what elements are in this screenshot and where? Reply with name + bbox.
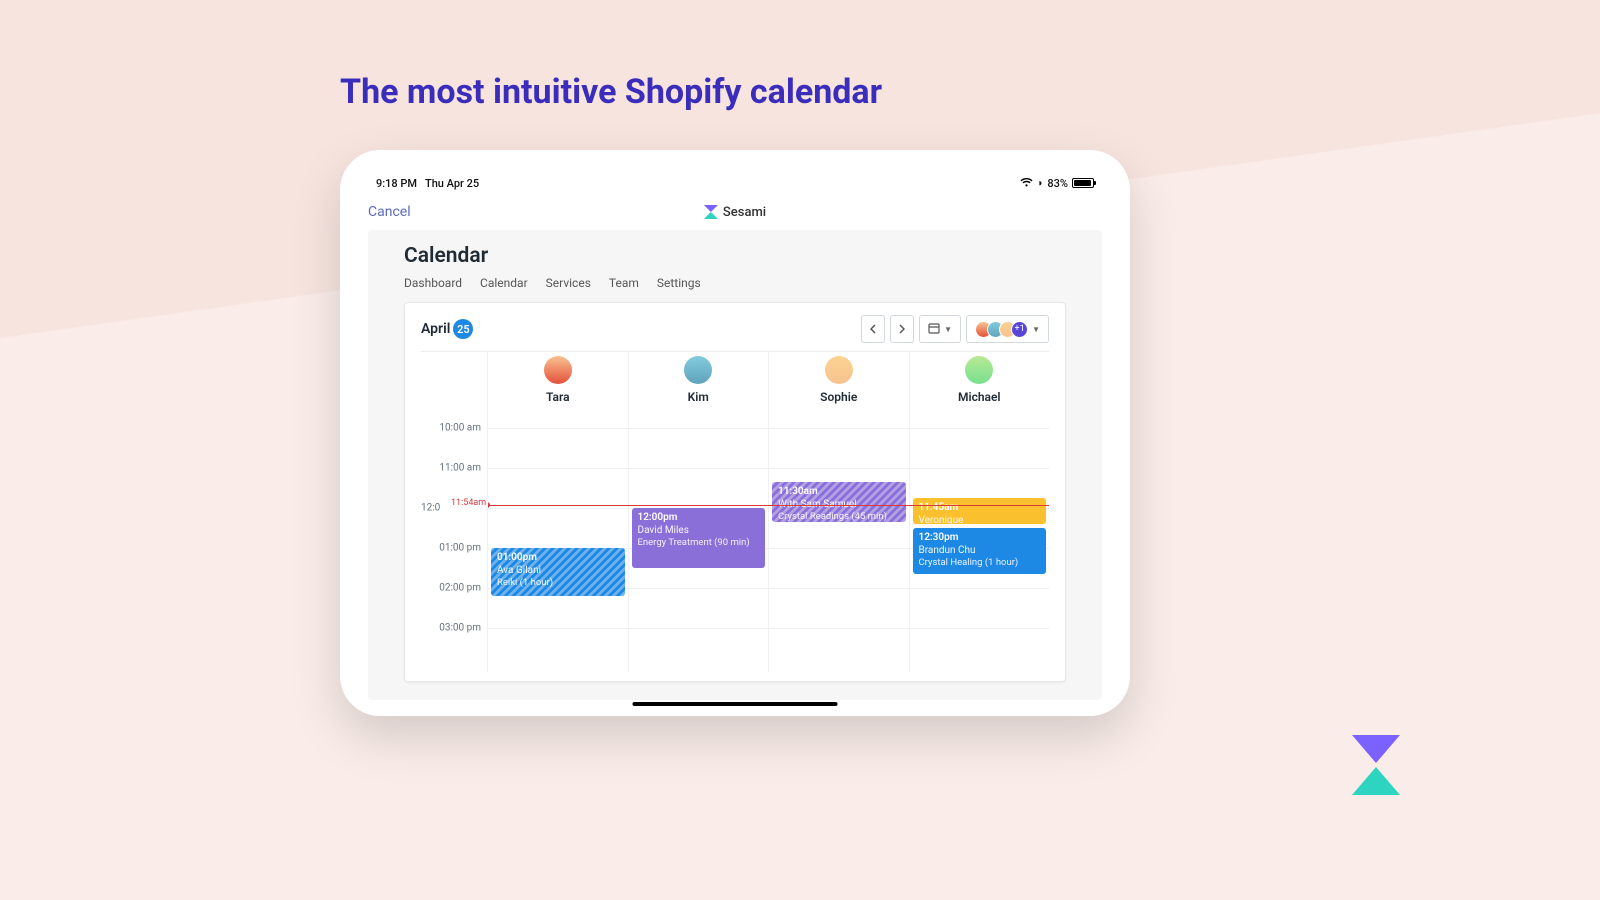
column-kim: Kim 12:00pm David Miles Energy Treatment… xyxy=(628,352,769,672)
time-label: 02:00 pm xyxy=(439,583,481,594)
column-tara: Tara 01:00pm Ava Gilani Reiki (1 hour) xyxy=(487,352,628,672)
column-michael: Michael 11:45am Veronique 12:30pm Brandu… xyxy=(909,352,1050,672)
date-label: April 25 xyxy=(421,319,473,339)
time-label-partial: 12:0 xyxy=(421,503,440,514)
tab-dashboard[interactable]: Dashboard xyxy=(404,276,462,290)
battery-icon xyxy=(1072,178,1094,188)
avatar-overflow: +1 xyxy=(1011,321,1028,338)
page-body: Calendar Dashboard Calendar Services Tea… xyxy=(368,230,1102,700)
event-time: 12:00pm xyxy=(638,512,760,525)
event-name: David Miles xyxy=(638,525,760,538)
nav-tabs: Dashboard Calendar Services Team Setting… xyxy=(404,276,1066,290)
brand-name: Sesami xyxy=(723,205,766,220)
event-detail: Crystal Readings (45 min) xyxy=(778,511,900,522)
calendar-icon xyxy=(928,322,940,337)
time-column: 10:00 am 11:00 am 12:0 01:00 pm 02:00 pm… xyxy=(421,352,487,672)
calendar-card: April 25 ▼ +1 xyxy=(404,302,1066,682)
event-time: 12:30pm xyxy=(919,532,1041,545)
event-name: Brandun Chu xyxy=(919,545,1041,558)
statusbar-date: Thu Apr 25 xyxy=(425,177,479,190)
headline: The most intuitive Shopify calendar xyxy=(340,72,882,112)
time-label: 11:00 am xyxy=(439,463,481,474)
column-header: Sophie xyxy=(769,352,909,414)
cancel-button[interactable]: Cancel xyxy=(368,204,411,220)
column-header: Michael xyxy=(910,352,1050,414)
event-name: Veronique xyxy=(919,515,1041,525)
column-sophie: Sophie 11:30am With Sam Samuel Crystal R… xyxy=(768,352,909,672)
view-picker[interactable]: ▼ xyxy=(919,315,961,343)
next-button[interactable] xyxy=(890,315,914,343)
team-filter[interactable]: +1 ▼ xyxy=(966,315,1049,343)
columns: 11:54am Tara 01:00pm Ava Gilani Reiki (1… xyxy=(487,352,1049,672)
event-michael-2[interactable]: 12:30pm Brandun Chu Crystal Healing (1 h… xyxy=(913,528,1047,574)
page-title: Calendar xyxy=(404,244,1066,268)
person-name: Kim xyxy=(688,390,709,404)
event-time: 11:45am xyxy=(919,502,1041,515)
event-detail: Reiki (1 hour) xyxy=(497,577,619,589)
chevron-down-icon: ▼ xyxy=(1032,325,1040,334)
now-indicator: 11:54am xyxy=(487,505,1049,506)
column-header: Kim xyxy=(629,352,769,414)
wifi-icon xyxy=(1020,177,1033,190)
tablet-frame: 9:18 PM Thu Apr 25 ◗ 83% Cancel Sesami C… xyxy=(340,150,1130,716)
event-michael-1[interactable]: 11:45am Veronique xyxy=(913,498,1047,524)
person-name: Tara xyxy=(546,390,570,404)
avatar-group: +1 xyxy=(975,321,1028,338)
person-name: Michael xyxy=(958,390,1001,404)
sesami-logo-icon xyxy=(1352,735,1400,795)
time-label: 03:00 pm xyxy=(439,623,481,634)
calendar-grid: 10:00 am 11:00 am 12:0 01:00 pm 02:00 pm… xyxy=(421,352,1049,672)
month-label: April xyxy=(421,321,450,337)
toolbar: ▼ +1 ▼ xyxy=(861,315,1049,343)
brand-logo-icon xyxy=(704,205,718,219)
event-tara[interactable]: 01:00pm Ava Gilani Reiki (1 hour) xyxy=(491,548,625,596)
prev-button[interactable] xyxy=(861,315,885,343)
avatar xyxy=(825,356,853,384)
event-sophie[interactable]: 11:30am With Sam Samuel Crystal Readings… xyxy=(772,482,906,522)
app-navbar: Cancel Sesami xyxy=(368,196,1102,228)
event-detail: Crystal Healing (1 hour) xyxy=(919,557,1041,569)
status-left: 9:18 PM Thu Apr 25 xyxy=(376,177,479,190)
avatar xyxy=(965,356,993,384)
tab-services[interactable]: Services xyxy=(546,276,591,290)
event-detail: Energy Treatment (90 min) xyxy=(638,537,760,549)
day-chip: 25 xyxy=(453,319,473,339)
status-bar: 9:18 PM Thu Apr 25 ◗ 83% xyxy=(368,174,1102,192)
tab-calendar[interactable]: Calendar xyxy=(480,276,528,290)
now-time: 11:54am xyxy=(449,498,488,508)
battery-percent: 83% xyxy=(1047,177,1068,190)
column-header: Tara xyxy=(488,352,628,414)
avatar xyxy=(684,356,712,384)
card-header: April 25 ▼ +1 xyxy=(421,315,1049,352)
event-kim[interactable]: 12:00pm David Miles Energy Treatment (90… xyxy=(632,508,766,568)
brand: Sesami xyxy=(704,205,766,220)
status-right: ◗ 83% xyxy=(1020,177,1094,190)
dnd-icon: ◗ xyxy=(1037,178,1043,189)
chevron-down-icon: ▼ xyxy=(944,325,952,334)
event-name: Ava Gilani xyxy=(497,565,619,578)
event-time: 11:30am xyxy=(778,486,900,499)
person-name: Sophie xyxy=(820,390,857,404)
avatar xyxy=(544,356,572,384)
tab-team[interactable]: Team xyxy=(609,276,639,290)
tab-settings[interactable]: Settings xyxy=(657,276,701,290)
event-time: 01:00pm xyxy=(497,552,619,565)
statusbar-time: 9:18 PM xyxy=(376,177,417,190)
time-label: 10:00 am xyxy=(439,423,481,434)
time-label: 01:00 pm xyxy=(439,543,481,554)
